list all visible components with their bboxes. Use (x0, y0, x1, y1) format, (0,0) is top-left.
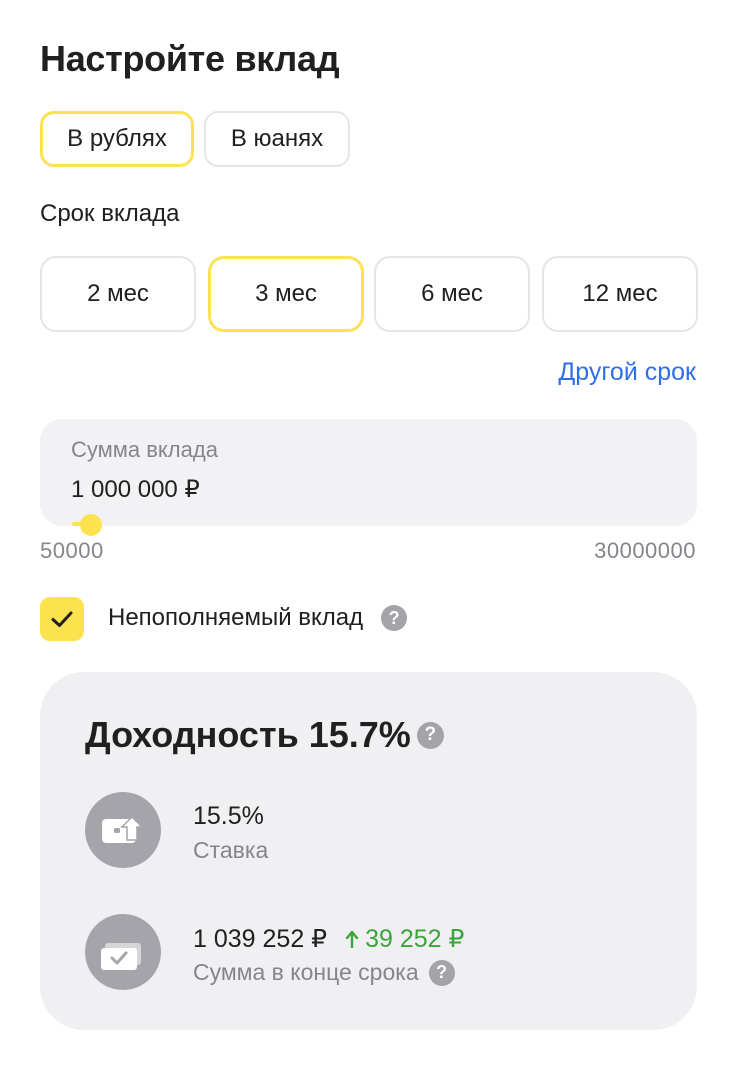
yield-card: Доходность 15.7% ? 15.5% Ставка 1 039 25… (40, 672, 697, 1030)
check-icon (51, 611, 73, 627)
term-label: Срок вклада (40, 200, 180, 227)
amount-max-label: 30000000 (594, 538, 696, 563)
other-term-link[interactable]: Другой срок (558, 358, 696, 387)
non-replenishable-checkbox[interactable] (40, 597, 84, 641)
gain-amount: 39 252 ₽ (345, 924, 464, 954)
term-12-months-button[interactable]: 12 мес (542, 256, 698, 332)
rate-value: 15.5% (193, 802, 264, 830)
question-icon[interactable]: ? (416, 721, 444, 749)
question-icon[interactable]: ? (381, 605, 408, 631)
page-title: Настройте вклад (40, 38, 340, 79)
rate-label: Ставка (193, 837, 269, 863)
end-label-row: Сумма в конце срока ? (193, 959, 455, 986)
yield-title: Доходность 15.7% (85, 714, 411, 755)
currency-cny-button[interactable]: В юанях (204, 111, 350, 167)
term-6-months-button[interactable]: 6 мес (374, 256, 530, 332)
non-replenishable-label-row: Непополняемый вклад ? (108, 604, 408, 632)
term-3-months-button[interactable]: 3 мес (208, 256, 364, 332)
end-amount-row: 1 039 252 ₽ 39 252 ₽ (193, 924, 464, 954)
amount-slider-thumb[interactable] (80, 514, 103, 536)
amount-value[interactable]: 1 000 000 ₽ (71, 475, 200, 504)
amount-field[interactable]: Сумма вклада 1 000 000 ₽ (40, 419, 697, 536)
gain-value: 39 252 ₽ (365, 925, 465, 953)
arrow-up-icon (345, 930, 359, 948)
non-replenishable-label: Непополняемый вклад (108, 604, 364, 631)
yield-title-row: Доходность 15.7% ? (85, 714, 444, 756)
amount-min-label: 50000 (40, 538, 104, 563)
question-icon[interactable]: ? (428, 959, 455, 986)
end-amount: 1 039 252 ₽ (193, 925, 328, 953)
amount-label: Сумма вклада (71, 437, 218, 462)
wallet-icon (85, 792, 161, 868)
card-check-icon (85, 914, 161, 990)
end-label: Сумма в конце срока (193, 959, 419, 985)
term-2-months-button[interactable]: 2 мес (40, 256, 196, 332)
currency-rub-button[interactable]: В рублях (40, 111, 194, 167)
